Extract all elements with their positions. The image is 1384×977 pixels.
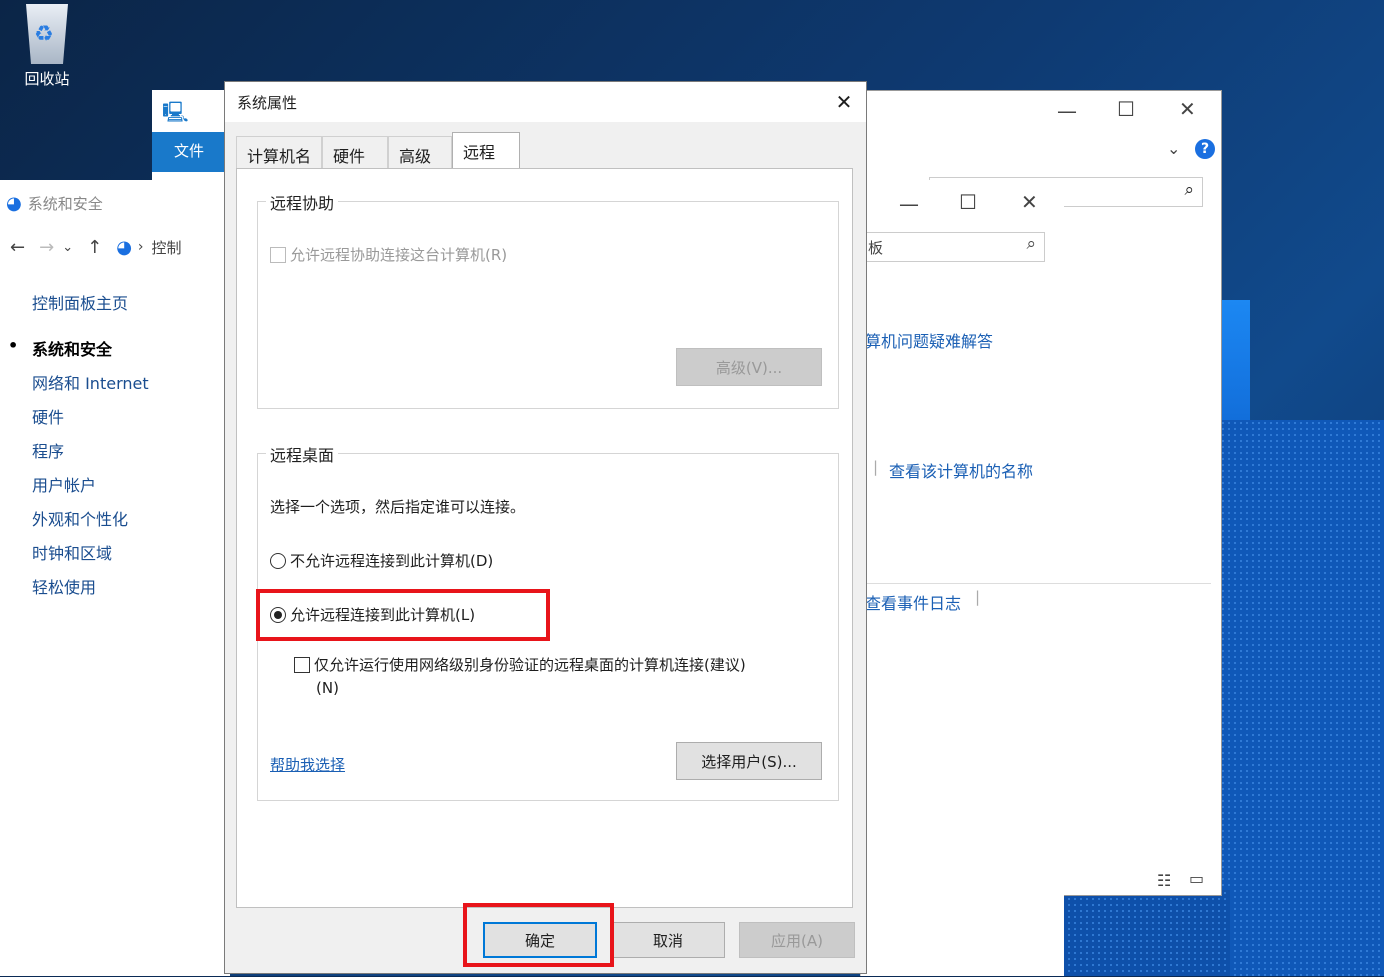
checkbox-icon xyxy=(270,247,286,263)
wallpaper-pattern xyxy=(1220,420,1384,976)
chevron-down-icon[interactable]: ⌄ xyxy=(1167,139,1180,158)
tab-computer-name[interactable]: 计算机名 xyxy=(236,136,323,168)
highlight-allow-remote xyxy=(256,589,550,641)
troubleshoot-link[interactable]: 算机问题疑难解答 xyxy=(865,328,993,352)
cancel-button[interactable]: 取消 xyxy=(611,922,725,958)
close-icon[interactable]: ✕ xyxy=(1021,190,1038,214)
nav-system-security[interactable]: 系统和安全 xyxy=(8,336,230,360)
up-arrow-icon[interactable]: ↑ xyxy=(87,237,102,258)
nav-appearance[interactable]: 外观和个性化 xyxy=(32,506,230,530)
highlight-ok-button xyxy=(463,903,614,967)
nav-hardware[interactable]: 硬件 xyxy=(32,404,230,428)
divider: | xyxy=(975,588,981,606)
search-icon: ⌕ xyxy=(1026,234,1036,254)
group-label: 远程桌面 xyxy=(266,442,339,466)
minimize-icon[interactable]: — xyxy=(899,192,919,216)
minimize-icon[interactable]: — xyxy=(1057,99,1077,123)
chevron-right-icon: › xyxy=(137,239,144,255)
system-properties-dialog: 系统属性 ✕ 计算机名 硬件 高级 远程 远程协助 允许远程协助连接这台计算机(… xyxy=(224,81,867,974)
details-view-icon[interactable]: ☷ xyxy=(1157,871,1171,890)
recycle-bin-icon xyxy=(26,4,68,64)
control-panel-icon: ◕ xyxy=(6,192,22,214)
nav-network[interactable]: 网络和 Internet xyxy=(32,370,230,394)
checkbox-label: 仅允许运行使用网络级别身份验证的远程桌面的计算机连接(建议) xyxy=(314,656,746,674)
window-title: 系统和安全 xyxy=(27,194,103,213)
select-users-button[interactable]: 选择用户(S)... xyxy=(676,742,822,780)
tab-hardware[interactable]: 硬件 xyxy=(322,136,389,168)
recent-dropdown-icon[interactable]: ⌄ xyxy=(62,240,73,255)
maximize-icon[interactable]: ☐ xyxy=(959,190,977,214)
radio-icon xyxy=(270,553,286,569)
nav-programs[interactable]: 程序 xyxy=(32,438,230,462)
deny-remote-radio[interactable]: 不允许远程连接到此计算机(D) xyxy=(270,550,493,571)
recycle-bin-shortcut[interactable]: 回收站 xyxy=(14,4,80,89)
nla-checkbox[interactable]: 仅允许运行使用网络级别身份验证的远程桌面的计算机连接(建议) (N) xyxy=(294,654,814,700)
tab-advanced[interactable]: 高级 xyxy=(388,136,453,168)
computer-icon: 🖳 xyxy=(162,100,189,124)
large-icons-view-icon[interactable]: ▭ xyxy=(1189,869,1204,888)
mouse-cursor-icon: ↖ xyxy=(0,958,14,977)
nav-user-accounts[interactable]: 用户帐户 xyxy=(32,472,230,496)
checkbox-label-line2: (N) xyxy=(316,679,339,697)
nav-home[interactable]: 控制面板主页 xyxy=(32,290,230,314)
allow-remote-assistance-checkbox[interactable]: 允许远程协助连接这台计算机(R) xyxy=(270,244,507,265)
maximize-icon[interactable]: ☐ xyxy=(1117,97,1135,121)
close-icon[interactable]: ✕ xyxy=(822,90,866,114)
description: 选择一个选项，然后指定谁可以连接。 xyxy=(270,498,526,516)
forward-arrow-icon[interactable]: → xyxy=(39,237,54,258)
wallpaper-pattern-bottom xyxy=(1060,890,1230,976)
search-text: 板 xyxy=(868,239,884,257)
computer-name-link[interactable]: 查看该计算机的名称 xyxy=(889,458,1033,482)
back-arrow-icon[interactable]: ← xyxy=(10,237,25,258)
search-box[interactable]: 板 ⌕ xyxy=(861,232,1045,262)
control-panel-icon: ◕ xyxy=(116,236,132,258)
close-icon[interactable]: ✕ xyxy=(1179,97,1196,121)
checkbox-icon xyxy=(294,657,310,673)
remote-assistance-group: 远程协助 允许远程协助连接这台计算机(R) 高级(V)... xyxy=(257,190,839,409)
event-log-link[interactable]: 查看事件日志 xyxy=(865,590,961,614)
dialog-title: 系统属性 xyxy=(237,93,298,112)
remote-tab-panel: 远程协助 允许远程协助连接这台计算机(R) 高级(V)... 远程桌面 选择一个… xyxy=(236,168,853,908)
nav-clock-region[interactable]: 时钟和区域 xyxy=(32,540,230,564)
nav-ease-of-access[interactable]: 轻松使用 xyxy=(32,574,230,598)
group-label: 远程协助 xyxy=(266,190,339,214)
help-me-choose-link[interactable]: 帮助我选择 xyxy=(270,754,345,775)
breadcrumb[interactable]: 控制 xyxy=(152,237,182,258)
apply-button[interactable]: 应用(A) xyxy=(739,922,855,958)
help-icon[interactable]: ? xyxy=(1195,139,1215,159)
file-explorer-window: 🖳 文件 xyxy=(152,90,232,182)
checkbox-label: 允许远程协助连接这台计算机(R) xyxy=(290,246,508,264)
system-window: — ☐ ✕ 板 ⌕ 算机问题疑难解答 | 查看该计算机的名称 查看事件日志 | xyxy=(860,180,1211,976)
tab-remote[interactable]: 远程 xyxy=(452,132,521,168)
file-tab[interactable]: 文件 xyxy=(152,132,232,172)
search-icon: ⌕ xyxy=(1184,180,1194,200)
radio-label: 不允许远程连接到此计算机(D) xyxy=(290,552,494,570)
control-panel-window: ◕ 系统和安全 ← → ⌄ ↑ ◕ › 控制 控制面板主页 系统和安全 网络和 … xyxy=(0,180,230,976)
divider: | xyxy=(873,458,879,476)
recycle-bin-label: 回收站 xyxy=(24,70,70,88)
advanced-button[interactable]: 高级(V)... xyxy=(676,348,822,386)
